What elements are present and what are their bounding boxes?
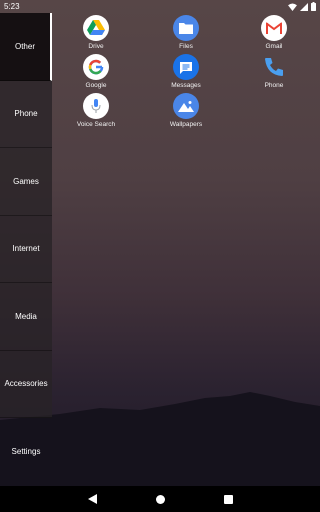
app-label: Messages (171, 82, 201, 89)
app-messages[interactable]: Messages (151, 54, 221, 89)
sidebar-item-label: Phone (14, 109, 38, 119)
back-icon (87, 494, 97, 504)
app-gmail[interactable]: Gmail (239, 15, 309, 50)
app-phone[interactable]: Phone (239, 54, 309, 89)
status-icons (288, 2, 316, 11)
app-label: Wallpapers (169, 121, 203, 128)
back-button[interactable] (86, 493, 98, 505)
sidebar-item-other[interactable]: Other (0, 13, 52, 81)
sidebar-item-media[interactable]: Media (0, 283, 52, 351)
sidebar-item-accessories[interactable]: Accessories (0, 350, 52, 418)
sidebar-item-label: Media (15, 311, 37, 321)
sidebar-item-label: Other (14, 41, 35, 51)
sidebar-item-label: Games (13, 176, 39, 186)
status-bar: 5:23 (0, 0, 320, 13)
app-label: Phone (264, 82, 284, 89)
app-label: Drive (88, 43, 104, 50)
sidebar-item-internet[interactable]: Internet (0, 215, 52, 283)
signal-icon (300, 2, 308, 11)
status-time: 5:23 (4, 2, 20, 11)
app-label: Gmail (265, 43, 283, 50)
sidebar-item-label: Accessories (4, 379, 48, 389)
app-label: Voice Search (76, 121, 116, 128)
wifi-icon (288, 2, 297, 11)
messages-icon (173, 54, 199, 80)
google-drive-icon (83, 15, 109, 41)
wallpapers-icon (173, 93, 199, 119)
sidebar-item-settings[interactable]: Settings (0, 418, 52, 486)
phone-icon (261, 54, 287, 80)
sidebar-item-label: Settings (11, 447, 41, 457)
google-g-icon (83, 54, 109, 80)
app-files[interactable]: Files (151, 15, 221, 50)
recents-icon (223, 494, 233, 504)
gmail-icon (261, 15, 287, 41)
app-label: Files (179, 43, 193, 50)
battery-icon (311, 2, 316, 11)
microphone-icon (83, 93, 109, 119)
app-voice-search[interactable]: Voice Search (61, 93, 131, 128)
navigation-bar (0, 486, 320, 512)
sidebar-item-games[interactable]: Games (0, 148, 52, 216)
recents-button[interactable] (222, 493, 234, 505)
category-sidebar: Other Phone Games Internet Media Accesso… (0, 13, 52, 486)
sidebar-item-phone[interactable]: Phone (0, 80, 52, 148)
app-wallpapers[interactable]: Wallpapers (151, 93, 221, 128)
sidebar-item-label: Internet (12, 244, 40, 254)
home-button[interactable] (154, 493, 166, 505)
app-drive[interactable]: Drive (61, 15, 131, 50)
home-icon (155, 494, 165, 504)
app-label: Google (85, 82, 107, 89)
files-folder-icon (173, 15, 199, 41)
app-grid: Drive Files Gmail Google Messages Phone … (52, 13, 320, 133)
app-google[interactable]: Google (61, 54, 131, 89)
